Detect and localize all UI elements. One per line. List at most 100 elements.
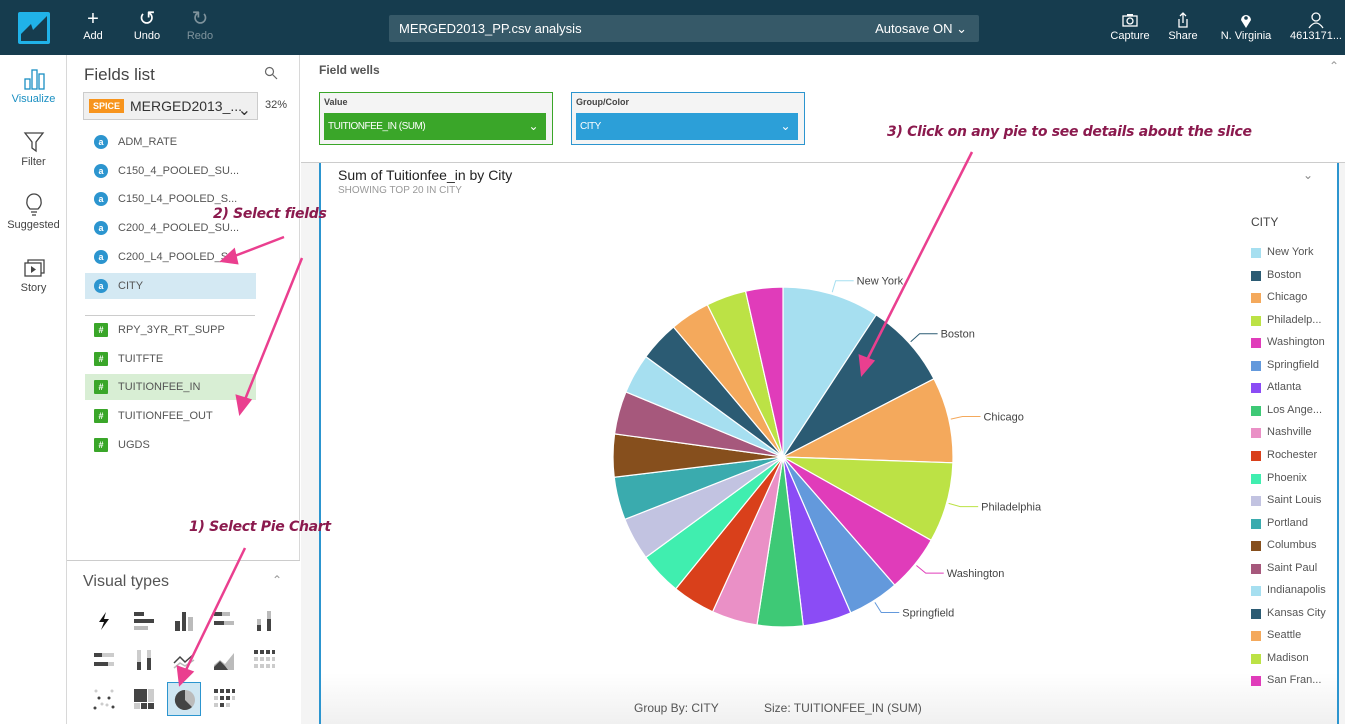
visual-types-panel: Visual types ⌃	[67, 560, 300, 724]
visual-type-line[interactable]	[167, 643, 201, 677]
legend-label: New York	[1267, 246, 1314, 258]
visual-type-vertical-stacked-bar[interactable]	[247, 604, 281, 638]
region-button[interactable]: N. Virginia	[1216, 10, 1276, 42]
vertical-stacked-bar-icon	[257, 611, 271, 631]
pivot-table-icon	[214, 689, 235, 707]
horizontal-100-bar-icon	[94, 653, 114, 666]
annotation-step3: 3) Click on any pie to see details about…	[887, 124, 1252, 140]
legend-label: Saint Louis	[1267, 494, 1322, 507]
field-name: TUITIONFEE_OUT	[118, 410, 213, 423]
visual-type-pie[interactable]	[167, 682, 201, 716]
field-name: C200_L4_POOLED_S...	[118, 250, 238, 263]
legend-label: Nashville	[1267, 426, 1312, 439]
legend-swatch	[1251, 383, 1261, 394]
field-name: C200_4_POOLED_SU...	[118, 222, 240, 235]
pie-chart-visual[interactable]: Sum of Tuitionfee_in by City SHOWING TOP…	[319, 163, 1339, 724]
top-bar: + Add ↺ Undo ↻ Redo MERGED2013_PP.csv an…	[0, 0, 1345, 55]
legend-swatch	[1251, 248, 1261, 258]
group-field-pill[interactable]: CITY ⌄	[576, 113, 798, 140]
collapse-icon[interactable]: ⌃	[272, 573, 282, 587]
autosave-dropdown[interactable]: Autosave ON ⌄	[875, 15, 967, 42]
field-item[interactable]: # RPY_3YR_RT_SUPP	[85, 317, 256, 343]
nav-visualize[interactable]: Visualize	[0, 67, 67, 105]
legend-title: CITY	[1251, 215, 1279, 229]
visual-type-pivot-table[interactable]	[207, 682, 241, 716]
visual-type-horizontal-100-bar[interactable]	[87, 643, 121, 677]
field-item[interactable]: # TUITIONFEE_OUT	[85, 403, 256, 429]
annotation-step2: 2) Select fields	[213, 206, 327, 222]
visual-type-autograph[interactable]	[87, 604, 121, 638]
field-item[interactable]: a ADM_RATE	[85, 129, 256, 155]
nav-story-label: Story	[20, 282, 47, 294]
slice-label: Springfield	[902, 608, 954, 620]
field-item[interactable]: # UGDS	[85, 432, 256, 458]
left-nav: Visualize Filter Suggested Story	[0, 55, 67, 724]
field-name: RPY_3YR_RT_SUPP	[118, 324, 225, 336]
group-by-label: Group By: CITY	[634, 701, 719, 715]
dimension-icon: a	[94, 163, 108, 178]
visual-type-vertical-100-bar[interactable]	[127, 643, 161, 677]
legend-swatch	[1251, 360, 1261, 371]
field-name: UGDS	[118, 438, 150, 451]
visual-type-vertical-bar[interactable]	[167, 604, 201, 638]
legend-swatch	[1251, 563, 1261, 574]
redo-icon: ↻	[191, 8, 209, 30]
redo-button[interactable]: ↻ Redo	[185, 8, 215, 42]
undo-label: Undo	[133, 30, 161, 42]
share-button[interactable]: Share	[1165, 10, 1201, 42]
visual-type-area-line[interactable]	[207, 643, 241, 677]
legend-swatch	[1251, 293, 1261, 304]
legend-label: Saint Paul	[1267, 561, 1318, 574]
field-item[interactable]: a C150_4_POOLED_SU...	[85, 158, 256, 184]
account-button[interactable]: 4613171...	[1290, 10, 1342, 42]
legend-label: Rochester	[1267, 448, 1318, 461]
quicksight-logo[interactable]	[18, 12, 50, 44]
collapse-icon[interactable]: ⌃	[1329, 59, 1339, 73]
field-item[interactable]: # TUITFTE	[85, 346, 256, 372]
nav-filter[interactable]: Filter	[0, 130, 67, 168]
fields-divider[interactable]	[85, 315, 255, 316]
horizontal-bar-icon	[134, 612, 154, 630]
undo-icon: ↺	[138, 8, 156, 30]
visual-type-horizontal-stacked-bar[interactable]	[207, 604, 241, 638]
nav-suggested-label: Suggested	[7, 219, 60, 231]
add-button[interactable]: + Add	[80, 8, 106, 42]
capture-label: Capture	[1110, 30, 1150, 42]
camera-icon	[1122, 14, 1138, 27]
slice-label: Philadelphia	[981, 502, 1042, 514]
dataset-select[interactable]: SPICE MERGED2013_... ⌄	[83, 92, 258, 120]
dimension-icon: a	[94, 192, 108, 207]
value-well[interactable]: Value TUITIONFEE_IN (SUM) ⌄	[319, 92, 553, 145]
vertical-100-bar-icon	[137, 650, 151, 670]
nav-story[interactable]: Story	[0, 256, 67, 294]
group-color-well[interactable]: Group/Color CITY ⌄	[571, 92, 805, 145]
field-item[interactable]: # TUITIONFEE_IN	[85, 374, 256, 401]
measure-icon: #	[94, 351, 108, 366]
nav-suggested[interactable]: Suggested	[0, 193, 67, 231]
undo-button[interactable]: ↺ Undo	[131, 8, 163, 42]
visual-type-tree-map[interactable]	[127, 682, 161, 716]
field-item[interactable]: a C200_L4_POOLED_S...	[85, 244, 256, 270]
field-name: C150_4_POOLED_SU...	[118, 164, 240, 177]
value-well-label: Value	[324, 97, 348, 107]
legend-swatch	[1251, 586, 1261, 597]
search-icon[interactable]	[264, 66, 278, 80]
visual-type-scatter[interactable]	[87, 682, 121, 716]
visual-type-heat-map[interactable]	[247, 643, 281, 677]
value-field-pill[interactable]: TUITIONFEE_IN (SUM) ⌄	[324, 113, 546, 140]
legend-label: Boston	[1267, 268, 1302, 281]
analysis-title-field[interactable]: MERGED2013_PP.csv analysis Autosave ON ⌄	[389, 15, 979, 42]
visual-type-horizontal-bar[interactable]	[127, 604, 161, 638]
slice-label-leader	[948, 502, 979, 508]
field-item[interactable]: a CITY	[85, 272, 256, 299]
field-name: TUITFTE	[118, 352, 164, 365]
measure-icon: #	[94, 437, 108, 452]
capture-button[interactable]: Capture	[1108, 10, 1152, 42]
dimension-icon: a	[94, 221, 108, 236]
legend-swatch	[1251, 270, 1261, 281]
dataset-name: MERGED2013_...	[130, 98, 243, 114]
measure-icon: #	[94, 380, 108, 395]
legend-label: Washington	[1267, 336, 1325, 349]
autograph-icon	[99, 612, 109, 630]
legend-swatch	[1251, 653, 1261, 664]
